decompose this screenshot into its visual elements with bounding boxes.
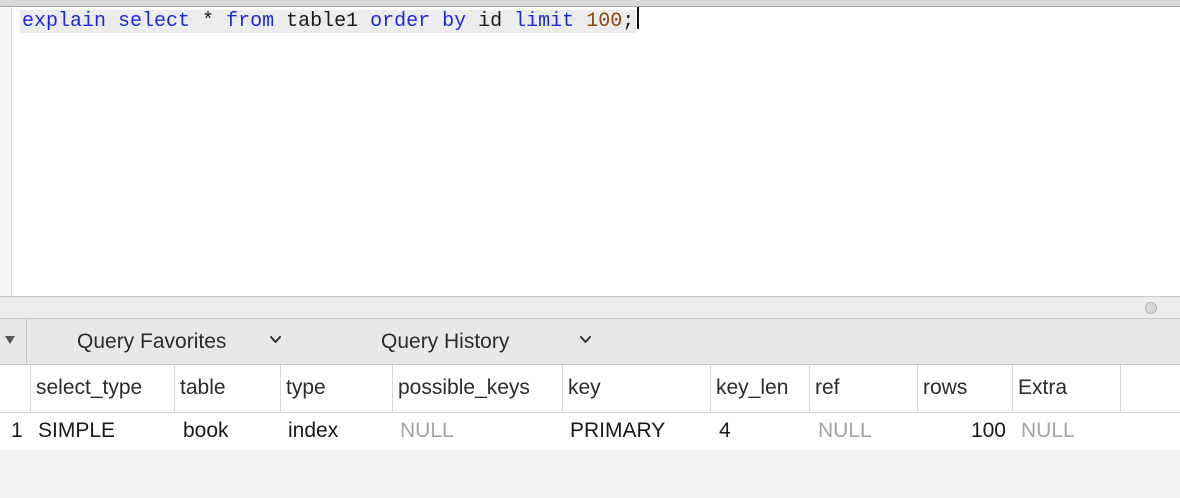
cell-rows[interactable]: 100 xyxy=(920,413,1006,450)
sql-column-id: id xyxy=(466,10,515,33)
sql-keyword-select: select xyxy=(118,10,191,33)
sql-number-literal: 100 xyxy=(586,10,623,33)
cell-extra[interactable]: NULL xyxy=(1021,413,1119,450)
table-row[interactable]: 1 SIMPLE book index NULL PRIMARY 4 NULL … xyxy=(0,413,1180,450)
chevron-down-icon xyxy=(580,336,591,347)
sql-keyword-explain: explain xyxy=(22,10,107,33)
column-header-key-len[interactable]: key_len xyxy=(711,365,810,413)
collapse-toggle[interactable] xyxy=(0,319,27,365)
column-header-table[interactable]: table xyxy=(175,365,281,413)
query-history-label: Query History xyxy=(381,330,510,353)
cell-possible-keys[interactable]: NULL xyxy=(400,413,560,450)
sql-keyword-order: order xyxy=(370,10,431,33)
results-grid-header: select_type table type possible_keys key… xyxy=(0,365,1180,413)
sql-keyword-by: by xyxy=(442,10,467,33)
sql-table-name: table1 xyxy=(274,10,371,33)
editor-top-border xyxy=(0,0,1180,7)
current-line-highlight: explain select * from table1 order by id… xyxy=(20,10,637,33)
cell-key[interactable]: PRIMARY xyxy=(570,413,708,450)
sql-keyword-from: from xyxy=(226,10,275,33)
column-header-key[interactable]: key xyxy=(563,365,711,413)
sql-space xyxy=(106,10,118,33)
column-header-extra[interactable]: Extra xyxy=(1013,365,1121,413)
sql-space xyxy=(574,10,586,33)
cell-ref[interactable]: NULL xyxy=(818,413,916,450)
sql-editor[interactable]: explain select * from table1 order by id… xyxy=(0,7,1180,296)
editor-gutter xyxy=(0,7,12,296)
sql-keyword-limit: limit xyxy=(514,10,575,33)
text-caret xyxy=(637,7,640,29)
sql-star: * xyxy=(190,10,227,33)
query-history-button[interactable]: Query History xyxy=(381,319,611,365)
query-favorites-label: Query Favorites xyxy=(77,330,227,353)
cell-select-type[interactable]: SIMPLE xyxy=(38,413,173,450)
disclosure-triangle-icon xyxy=(5,336,15,344)
query-favorites-button[interactable]: Query Favorites xyxy=(77,319,297,365)
cell-type[interactable]: index xyxy=(288,413,391,450)
sql-space xyxy=(430,10,442,33)
row-number: 1 xyxy=(11,419,23,442)
editor-results-splitter[interactable] xyxy=(0,296,1180,319)
column-header-possible-keys[interactable]: possible_keys xyxy=(393,365,563,413)
row-number-header xyxy=(0,365,31,413)
cell-table[interactable]: book xyxy=(183,413,279,450)
splitter-drag-handle-icon[interactable] xyxy=(1145,302,1157,314)
column-header-rows[interactable]: rows xyxy=(918,365,1013,413)
query-toolbar: Query Favorites Query History xyxy=(0,319,1180,365)
column-header-select-type[interactable]: select_type xyxy=(31,365,175,413)
chevron-down-icon xyxy=(270,336,281,347)
sql-semicolon: ; xyxy=(622,10,635,33)
sql-code-line[interactable]: explain select * from table1 order by id… xyxy=(20,7,1170,33)
column-header-type[interactable]: type xyxy=(281,365,393,413)
column-header-ref[interactable]: ref xyxy=(810,365,918,413)
results-grid-empty-area xyxy=(0,450,1180,498)
cell-key-len[interactable]: 4 xyxy=(719,413,807,450)
